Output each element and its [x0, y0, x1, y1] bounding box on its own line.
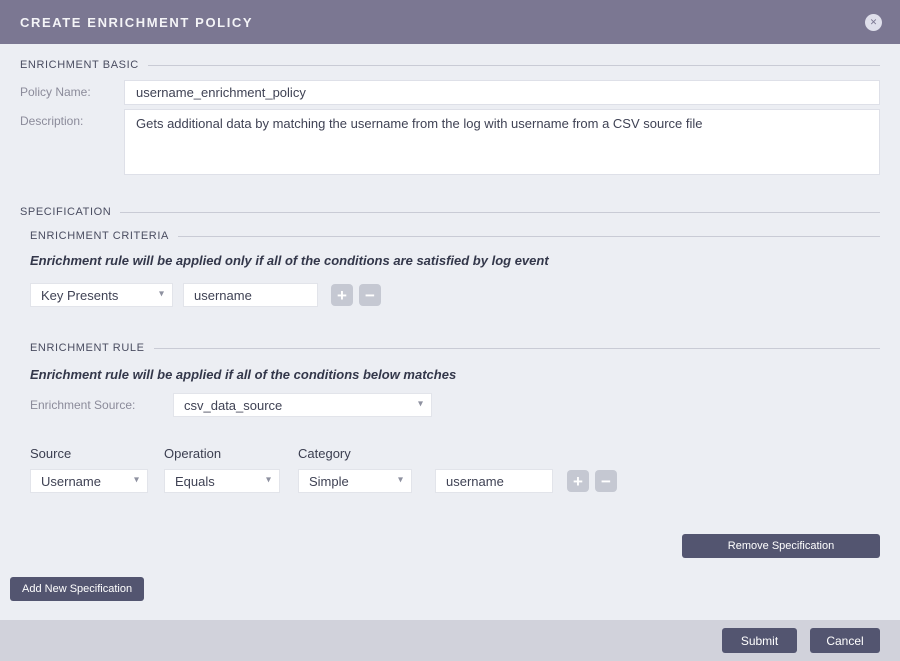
rule-condition-row: Username ▾ Equals ▾ Simple ▾ + −: [30, 469, 880, 493]
submit-button[interactable]: Submit: [722, 628, 797, 653]
criteria-key-input[interactable]: [183, 283, 318, 307]
description-label: Description:: [20, 109, 124, 175]
divider-line: [154, 348, 880, 349]
divider-line: [120, 212, 880, 213]
section-title-enrichment-rule: ENRICHMENT RULE: [30, 342, 145, 354]
dialog-footer: Submit Cancel: [0, 620, 900, 661]
section-title-enrichment-criteria: ENRICHMENT CRITERIA: [30, 230, 169, 242]
section-enrichment-basic: ENRICHMENT BASIC: [20, 58, 880, 72]
minus-icon: −: [365, 287, 375, 304]
section-enrichment-rule: ENRICHMENT RULE: [30, 341, 880, 355]
description-textarea[interactable]: Gets additional data by matching the use…: [124, 109, 880, 175]
dialog-body: ENRICHMENT BASIC Policy Name: Descriptio…: [0, 44, 900, 601]
column-header-operation: Operation: [164, 446, 298, 461]
enrichment-source-select[interactable]: csv_data_source ▾: [173, 393, 432, 417]
divider-line: [148, 65, 880, 66]
specification-block: ENRICHMENT CRITERIA Enrichment rule will…: [30, 229, 880, 558]
rule-category-select[interactable]: Simple ▾: [298, 469, 412, 493]
chevron-down-icon: ▾: [134, 476, 139, 486]
criteria-instruction: Enrichment rule will be applied only if …: [30, 253, 880, 269]
rule-add-condition-button[interactable]: +: [567, 470, 589, 492]
rule-column-headers: Source Operation Category: [30, 446, 880, 461]
enrichment-source-row: Enrichment Source: csv_data_source ▾: [30, 393, 880, 417]
add-new-specification-button[interactable]: Add New Specification: [10, 577, 144, 601]
minus-icon: −: [601, 473, 611, 490]
rule-instruction: Enrichment rule will be applied if all o…: [30, 367, 880, 383]
criteria-type-selected-value: Key Presents: [41, 288, 118, 303]
add-specification-row: Add New Specification: [20, 577, 880, 601]
description-row: Description: Gets additional data by mat…: [20, 109, 880, 175]
chevron-down-icon: ▾: [266, 476, 271, 486]
section-title-specification: SPECIFICATION: [20, 206, 111, 218]
remove-specification-row: Remove Specification: [30, 534, 880, 558]
section-title-enrichment-basic: ENRICHMENT BASIC: [20, 59, 139, 71]
rule-source-selected-value: Username: [41, 474, 101, 489]
plus-icon: +: [573, 473, 583, 490]
enrichment-source-selected-value: csv_data_source: [184, 398, 282, 413]
chevron-down-icon: ▾: [398, 476, 403, 486]
rule-remove-condition-button[interactable]: −: [595, 470, 617, 492]
column-header-source: Source: [30, 446, 164, 461]
rule-operation-selected-value: Equals: [175, 474, 215, 489]
chevron-down-icon: ▾: [159, 290, 164, 300]
policy-name-row: Policy Name:: [20, 80, 880, 105]
close-icon[interactable]: ✕: [865, 14, 882, 31]
section-specification: SPECIFICATION: [20, 205, 880, 219]
criteria-add-condition-button[interactable]: +: [331, 284, 353, 306]
divider-line: [178, 236, 880, 237]
column-header-category: Category: [298, 446, 351, 461]
create-enrichment-policy-dialog: CREATE ENRICHMENT POLICY ✕ ENRICHMENT BA…: [0, 0, 900, 661]
rule-operation-select[interactable]: Equals ▾: [164, 469, 280, 493]
cancel-button[interactable]: Cancel: [810, 628, 880, 653]
criteria-type-select[interactable]: Key Presents ▾: [30, 283, 173, 307]
policy-name-input[interactable]: [124, 80, 880, 105]
rule-value-input[interactable]: [435, 469, 553, 493]
remove-specification-button[interactable]: Remove Specification: [682, 534, 880, 558]
rule-category-selected-value: Simple: [309, 474, 349, 489]
plus-icon: +: [337, 287, 347, 304]
section-enrichment-criteria: ENRICHMENT CRITERIA: [30, 229, 880, 243]
rule-source-select[interactable]: Username ▾: [30, 469, 148, 493]
enrichment-source-label: Enrichment Source:: [30, 398, 173, 412]
policy-name-label: Policy Name:: [20, 80, 124, 105]
criteria-remove-condition-button[interactable]: −: [359, 284, 381, 306]
dialog-title: CREATE ENRICHMENT POLICY: [20, 15, 253, 30]
criteria-condition-row: Key Presents ▾ + −: [30, 283, 880, 307]
dialog-header: CREATE ENRICHMENT POLICY ✕: [0, 0, 900, 44]
chevron-down-icon: ▾: [418, 400, 423, 410]
